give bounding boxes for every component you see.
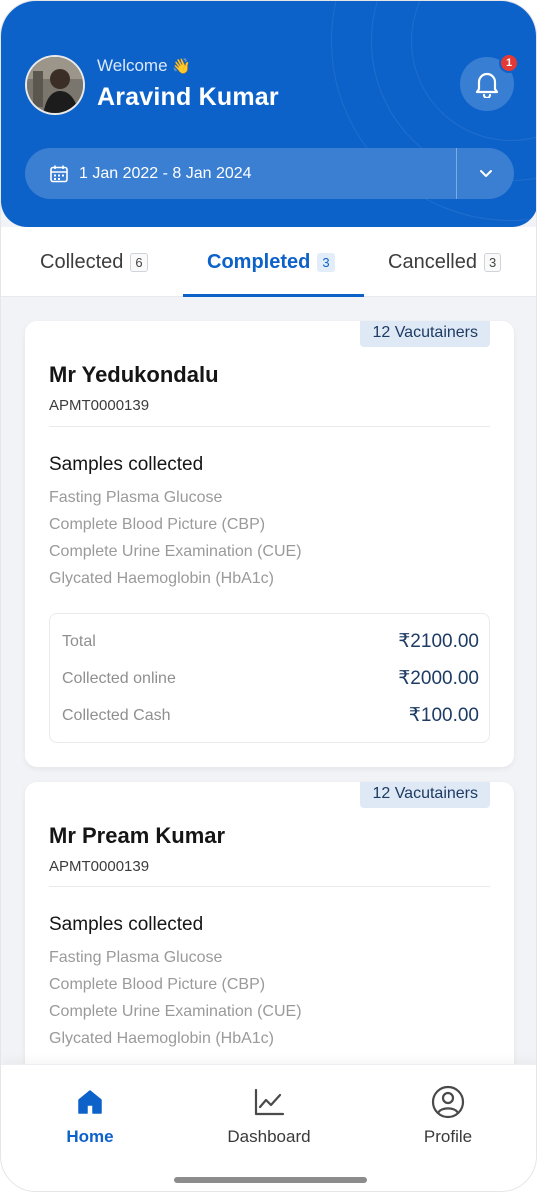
amount-value: ₹2100.00 [398,631,479,652]
home-icon [73,1085,107,1119]
tab-count-badge: 6 [130,253,148,272]
sample-item: Complete Blood Picture (CBP) [49,976,266,993]
app-screen: Welcome 👋 Aravind Kumar 1 1 Jan 2022 - 8… [0,0,537,1192]
date-dropdown-toggle[interactable] [457,148,514,199]
header: Welcome 👋 Aravind Kumar 1 1 Jan 2022 - 8… [1,1,536,227]
tab-label: Cancelled [388,251,477,273]
amount-label: Collected online [62,669,176,687]
bottom-navigation: Home Dashboard Profile [1,1064,536,1191]
status-tabs: Collected 6 Completed 3 Cancelled 3 [1,227,536,297]
tab-count-badge: 3 [483,253,502,272]
sample-item: Glycated Haemoglobin (HbA1c) [49,1030,274,1047]
tab-count-badge: 3 [317,253,335,272]
sample-item: Fasting Plasma Glucose [49,949,223,966]
amount-label: Total [62,632,96,650]
chart-line-icon [252,1085,286,1119]
nav-profile[interactable]: Profile [378,1085,518,1147]
amount-row-cash: Collected Cash ₹100.00 [62,704,479,727]
date-range-text: 1 Jan 2022 - 8 Jan 2024 [79,164,252,182]
amount-value: ₹100.00 [408,705,479,726]
date-range-selector[interactable]: 1 Jan 2022 - 8 Jan 2024 [25,148,514,199]
tab-cancelled[interactable]: Cancelled 3 [388,251,502,274]
active-tab-indicator [183,294,364,297]
tab-completed[interactable]: Completed 3 [207,251,335,274]
welcome-text: Welcome 👋 [97,56,191,76]
notification-badge: 1 [499,53,519,73]
samples-title: Samples collected [49,454,204,475]
sample-item: Complete Blood Picture (CBP) [49,516,266,533]
wave-emoji-icon: 👋 [172,58,191,75]
divider [49,426,490,427]
vacutainer-badge: 12 Vacutainers [360,321,490,347]
sample-item: Complete Urine Examination (CUE) [49,543,302,560]
sample-item: Glycated Haemoglobin (HbA1c) [49,570,274,587]
appointment-id: APMT0000139 [49,397,150,414]
avatar[interactable] [25,55,85,115]
amount-row-total: Total ₹2100.00 [62,630,479,653]
amount-label: Collected Cash [62,706,171,724]
divider [49,886,490,887]
nav-label: Profile [423,1127,473,1146]
appointment-card[interactable]: 12 Vacutainers Mr Pream Kumar APMT000013… [25,782,514,1102]
tab-label: Collected [40,251,124,273]
sample-item: Complete Urine Examination (CUE) [49,1003,302,1020]
sample-item: Fasting Plasma Glucose [49,489,223,506]
tab-label: Completed [207,251,311,273]
nav-label: Home [66,1127,114,1146]
user-circle-icon [431,1085,465,1119]
samples-title: Samples collected [49,914,204,935]
payment-summary: Total ₹2100.00 Collected online ₹2000.00… [49,613,490,743]
patient-name: Mr Yedukondalu [49,362,219,387]
home-indicator [174,1177,367,1183]
appointment-card[interactable]: 12 Vacutainers Mr Yedukondalu APMT000013… [25,321,514,767]
nav-home[interactable]: Home [20,1085,160,1147]
nav-dashboard[interactable]: Dashboard [199,1085,339,1147]
chevron-down-icon [479,170,492,177]
amount-row-online: Collected online ₹2000.00 [62,667,479,690]
bell-icon [475,72,499,98]
amount-value: ₹2000.00 [398,668,479,689]
user-name: Aravind Kumar [97,83,279,111]
welcome-label: Welcome [97,56,168,75]
patient-name: Mr Pream Kumar [49,823,226,848]
calendar-icon [50,165,68,182]
vacutainer-badge: 12 Vacutainers [360,782,490,808]
tab-collected[interactable]: Collected 6 [40,251,148,274]
appointment-id: APMT0000139 [49,858,150,875]
nav-label: Dashboard [227,1127,311,1146]
